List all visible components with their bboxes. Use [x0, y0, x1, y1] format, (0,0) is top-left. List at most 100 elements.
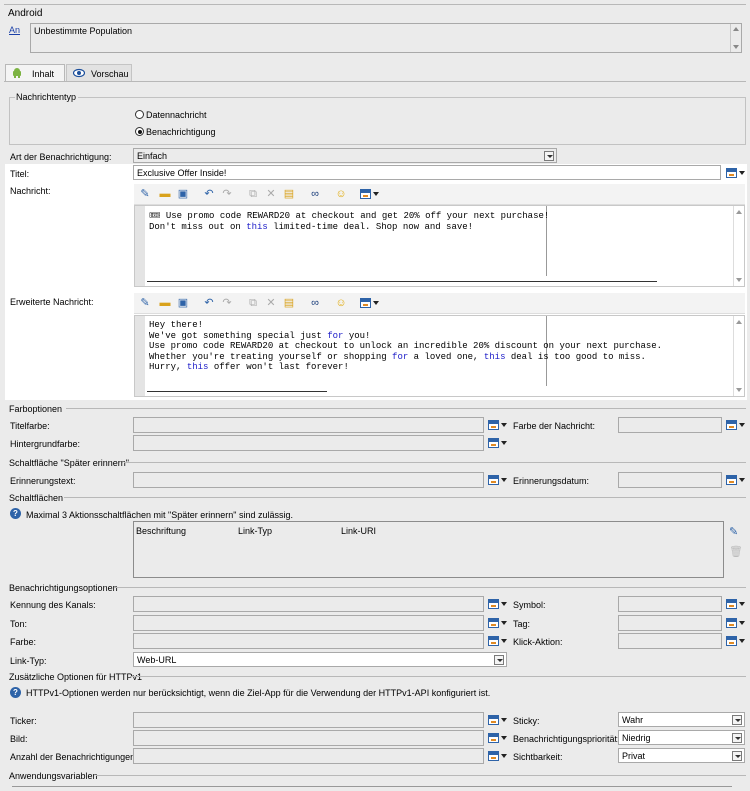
add-button-icon[interactable]: ✎: [729, 526, 741, 538]
background-color-input[interactable]: [133, 435, 484, 451]
population-field[interactable]: Unbestimmte Population: [30, 23, 742, 53]
title-value: Exclusive Offer Inside!: [137, 168, 227, 178]
open-folder-icon[interactable]: ▬: [158, 296, 172, 310]
editor-gutter: [135, 316, 145, 396]
title-input[interactable]: Exclusive Offer Inside!: [133, 165, 721, 180]
click-action-input[interactable]: [618, 633, 722, 649]
insert-field-icon[interactable]: ✎: [138, 187, 152, 201]
tab-vorschau[interactable]: Vorschau: [66, 64, 132, 82]
personalization-icon: [726, 636, 737, 646]
remind-text-input[interactable]: [133, 472, 484, 488]
background-color-label: Hintergrundfarbe:: [10, 439, 81, 449]
notification-type-select[interactable]: Einfach: [133, 148, 557, 163]
link-type-select[interactable]: Web-URL: [133, 652, 507, 667]
visibility-select[interactable]: Privat: [618, 748, 745, 763]
remind-date-picker[interactable]: [726, 474, 746, 486]
message-editor[interactable]: 🎟 Use promo code REWARD20 at checkout an…: [134, 205, 745, 287]
open-folder-icon[interactable]: ▬: [158, 187, 172, 201]
color-input[interactable]: [133, 633, 484, 649]
save-icon[interactable]: ▣: [176, 187, 190, 201]
editor-hscrollbar[interactable]: [147, 391, 327, 392]
symbol-picker[interactable]: [726, 598, 746, 610]
tag-input[interactable]: [618, 615, 722, 631]
ticker-label: Ticker:: [10, 716, 37, 726]
population-value: Unbestimmte Population: [34, 26, 133, 36]
channel-id-picker[interactable]: [488, 598, 508, 610]
column-header-link-uri[interactable]: Link-URI: [341, 526, 376, 536]
column-header-label[interactable]: Beschriftung: [136, 526, 186, 536]
cut-icon[interactable]: ✕: [264, 187, 278, 201]
sound-picker[interactable]: [488, 617, 508, 629]
emoji-icon[interactable]: ☺: [334, 296, 348, 310]
image-input[interactable]: [133, 730, 484, 746]
find-icon[interactable]: ∞: [308, 187, 322, 201]
click-action-picker[interactable]: [726, 635, 746, 647]
image-picker[interactable]: [488, 732, 508, 744]
column-header-link-type[interactable]: Link-Typ: [238, 526, 272, 536]
chevron-down-icon: [373, 192, 379, 196]
redo-icon[interactable]: ↷: [220, 296, 234, 310]
editor-vscrollbar[interactable]: [733, 316, 744, 396]
paste-icon[interactable]: ▤: [282, 296, 296, 310]
title-color-picker[interactable]: [488, 419, 508, 431]
undo-icon[interactable]: ↶: [202, 296, 216, 310]
undo-icon[interactable]: ↶: [202, 187, 216, 201]
emoji-icon[interactable]: ☺: [334, 187, 348, 201]
editor-vscrollbar[interactable]: [733, 206, 744, 286]
message-label: Nachricht:: [10, 186, 51, 196]
info-icon: ?: [10, 687, 21, 698]
message-color-picker[interactable]: [726, 419, 746, 431]
background-color-picker[interactable]: [488, 437, 508, 449]
image-label: Bild:: [10, 734, 28, 744]
horizontal-scrollbar[interactable]: [12, 786, 732, 787]
notification-count-picker[interactable]: [488, 750, 508, 762]
color-picker[interactable]: [488, 635, 508, 647]
channel-id-input[interactable]: [133, 596, 484, 612]
insert-field-icon[interactable]: ✎: [138, 296, 152, 310]
priority-select[interactable]: Niedrig: [618, 730, 745, 745]
remind-date-label: Erinnerungsdatum:: [513, 476, 590, 486]
radio-benachrichtigung[interactable]: [135, 127, 144, 136]
chevron-down-icon: [739, 621, 745, 625]
radio-datennachricht[interactable]: [135, 110, 144, 119]
title-personalization-picker[interactable]: [726, 167, 746, 179]
remind-date-input[interactable]: [618, 472, 722, 488]
radio-benachrichtigung-label: Benachrichtigung: [146, 127, 216, 137]
trash-icon[interactable]: 🗑: [729, 546, 743, 558]
httpv1-info-text: HTTPv1-Optionen werden nur berücksichtig…: [26, 688, 491, 698]
population-link[interactable]: An: [9, 25, 20, 35]
chevron-down-icon: [501, 478, 507, 482]
buttons-table[interactable]: Beschriftung Link-Typ Link-URI: [133, 521, 724, 578]
paste-icon[interactable]: ▤: [282, 187, 296, 201]
copy-icon[interactable]: ⧉: [246, 187, 260, 201]
find-icon[interactable]: ∞: [308, 296, 322, 310]
sticky-select[interactable]: Wahr: [618, 712, 745, 727]
title-color-input[interactable]: [133, 417, 484, 433]
ticker-picker[interactable]: [488, 714, 508, 726]
cut-icon[interactable]: ✕: [264, 296, 278, 310]
extended-message-editor[interactable]: Hey there! We've got something special j…: [134, 315, 745, 397]
symbol-input[interactable]: [618, 596, 722, 612]
personalization-icon: [488, 751, 499, 761]
extended-personalization-picker[interactable]: [360, 297, 380, 309]
message-color-input[interactable]: [618, 417, 722, 433]
message-personalization-picker[interactable]: [360, 188, 380, 200]
tag-picker[interactable]: [726, 617, 746, 629]
ticker-input[interactable]: [133, 712, 484, 728]
notification-count-input[interactable]: [133, 748, 484, 764]
save-icon[interactable]: ▣: [176, 296, 190, 310]
editor-hscrollbar[interactable]: [147, 281, 657, 282]
copy-icon[interactable]: ⧉: [246, 296, 260, 310]
sound-label: Ton:: [10, 619, 28, 629]
buttons-info-text: Maximal 3 Aktionsschaltflächen mit "Spät…: [26, 510, 294, 520]
chevron-down-icon: [501, 423, 507, 427]
sound-input[interactable]: [133, 615, 484, 631]
message-line: Don't miss out on this limited-time deal…: [149, 221, 474, 232]
personalization-icon: [488, 618, 499, 628]
redo-icon[interactable]: ↷: [220, 187, 234, 201]
tab-inhalt[interactable]: Inhalt: [5, 64, 65, 82]
android-icon: [12, 68, 22, 78]
population-scrollbar[interactable]: [730, 24, 741, 52]
remind-text-picker[interactable]: [488, 474, 508, 486]
personalization-icon: [488, 733, 499, 743]
